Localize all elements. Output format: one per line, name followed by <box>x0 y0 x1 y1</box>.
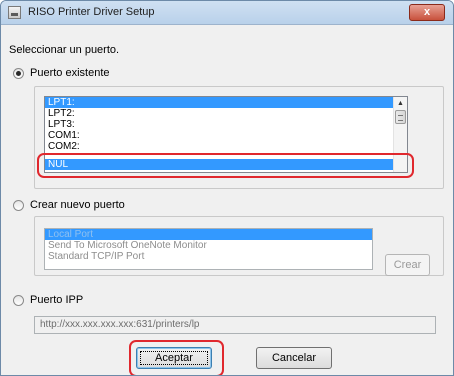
new-port-radio[interactable] <box>13 200 24 211</box>
ipp-port-label[interactable]: Puerto IPP <box>30 294 83 306</box>
printer-app-icon <box>8 6 21 19</box>
highlight-ring-accept <box>129 340 224 375</box>
list-item[interactable]: Local Port <box>45 229 372 240</box>
cancel-button[interactable]: Cancelar <box>256 347 332 369</box>
list-item[interactable]: Standard TCP/IP Port <box>45 251 372 262</box>
close-button[interactable]: x <box>409 4 445 21</box>
list-item[interactable]: LPT3: <box>45 119 407 130</box>
ipp-url-field[interactable]: http://xxx.xxx.xxx.xxx:631/printers/lp <box>34 316 436 334</box>
new-port-label[interactable]: Crear nuevo puerto <box>30 199 125 211</box>
new-port-group: Local Port Send To Microsoft OneNote Mon… <box>34 216 444 276</box>
existing-port-radio[interactable] <box>13 68 24 79</box>
create-button-label: Crear <box>393 259 422 271</box>
title-bar: RISO Printer Driver Setup x <box>1 1 453 25</box>
list-item[interactable]: LPT1: <box>45 97 407 108</box>
cancel-button-label: Cancelar <box>271 352 317 364</box>
window-title: RISO Printer Driver Setup <box>28 6 155 18</box>
list-item[interactable]: COM1: <box>45 130 407 141</box>
highlight-ring-nul <box>37 153 414 178</box>
existing-port-label[interactable]: Puerto existente <box>30 67 110 79</box>
new-port-list[interactable]: Local Port Send To Microsoft OneNote Mon… <box>44 228 373 270</box>
list-item[interactable]: COM2: <box>45 141 407 152</box>
setup-dialog: RISO Printer Driver Setup x Seleccionar … <box>0 0 454 376</box>
create-button[interactable]: Crear <box>385 254 430 276</box>
list-item[interactable]: LPT2: <box>45 108 407 119</box>
ipp-port-radio[interactable] <box>13 295 24 306</box>
port-prompt: Seleccionar un puerto. <box>9 44 120 56</box>
scroll-up-arrow-icon[interactable]: ▲ <box>394 97 407 110</box>
scroll-thumb[interactable] <box>395 110 406 124</box>
list-item[interactable]: Send To Microsoft OneNote Monitor <box>45 240 372 251</box>
